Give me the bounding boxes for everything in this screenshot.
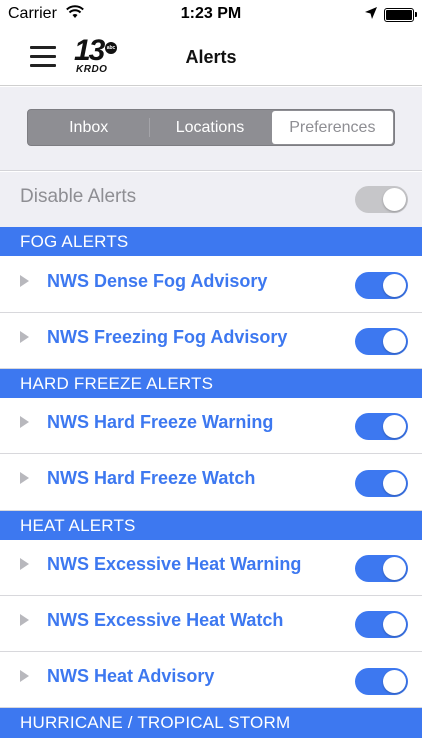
alert-name: NWS Hard Freeze Warning (47, 412, 274, 432)
disable-alerts-row: Disable Alerts (0, 172, 422, 227)
section-header-heat: HEAT ALERTS (0, 511, 422, 540)
tab-inbox[interactable]: Inbox (28, 110, 149, 145)
alert-name: NWS Dense Fog Advisory (47, 271, 268, 291)
nav-bar: 13 abc KRDO Alerts (0, 30, 422, 86)
disclosure-triangle-icon[interactable] (20, 558, 29, 570)
alert-row-freezing-fog[interactable]: NWS Freezing Fog Advisory (0, 313, 422, 369)
alert-toggle[interactable] (355, 611, 408, 638)
section-header-fog: FOG ALERTS (0, 227, 422, 256)
tab-locations[interactable]: Locations (149, 110, 270, 145)
location-arrow-icon (364, 6, 378, 25)
alert-name: NWS Excessive Heat Warning (47, 554, 302, 574)
alert-toggle[interactable] (355, 470, 408, 497)
alert-row-heat-advisory[interactable]: NWS Heat Advisory (0, 652, 422, 708)
disable-alerts-toggle[interactable] (355, 186, 408, 213)
disclosure-triangle-icon[interactable] (20, 670, 29, 682)
section-header-hard-freeze: HARD FREEZE ALERTS (0, 369, 422, 398)
alert-toggle[interactable] (355, 555, 408, 582)
tab-preferences[interactable]: Preferences (271, 111, 393, 144)
alert-toggle[interactable] (355, 272, 408, 299)
alert-name: NWS Excessive Heat Watch (47, 610, 284, 630)
alert-toggle[interactable] (355, 668, 408, 695)
status-bar: Carrier 1:23 PM (0, 0, 422, 30)
tab-segmented-control: Inbox Locations Preferences (27, 109, 395, 146)
alert-toggle[interactable] (355, 413, 408, 440)
alert-name: NWS Hard Freeze Watch (47, 468, 256, 488)
alert-row-hard-freeze-warning[interactable]: NWS Hard Freeze Warning (0, 398, 422, 454)
page-title: Alerts (185, 47, 237, 67)
segment-area: Inbox Locations Preferences (0, 87, 422, 171)
section-header-hurricane: HURRICANE / TROPICAL STORM (0, 708, 422, 738)
alert-row-excessive-heat-watch[interactable]: NWS Excessive Heat Watch (0, 596, 422, 652)
alert-name: NWS Heat Advisory (47, 666, 215, 686)
disclosure-triangle-icon[interactable] (20, 472, 29, 484)
clock: 1:23 PM (180, 5, 242, 22)
alert-toggle[interactable] (355, 328, 408, 355)
alert-name: NWS Freezing Fog Advisory (47, 327, 288, 347)
disclosure-triangle-icon[interactable] (20, 275, 29, 287)
disable-alerts-label: Disable Alerts (20, 186, 137, 207)
disclosure-triangle-icon[interactable] (20, 614, 29, 626)
disclosure-triangle-icon[interactable] (20, 331, 29, 343)
alert-row-dense-fog[interactable]: NWS Dense Fog Advisory (0, 256, 422, 313)
alert-row-hard-freeze-watch[interactable]: NWS Hard Freeze Watch (0, 454, 422, 511)
alert-row-excessive-heat-warning[interactable]: NWS Excessive Heat Warning (0, 540, 422, 596)
battery-icon (384, 8, 417, 22)
disclosure-triangle-icon[interactable] (20, 416, 29, 428)
